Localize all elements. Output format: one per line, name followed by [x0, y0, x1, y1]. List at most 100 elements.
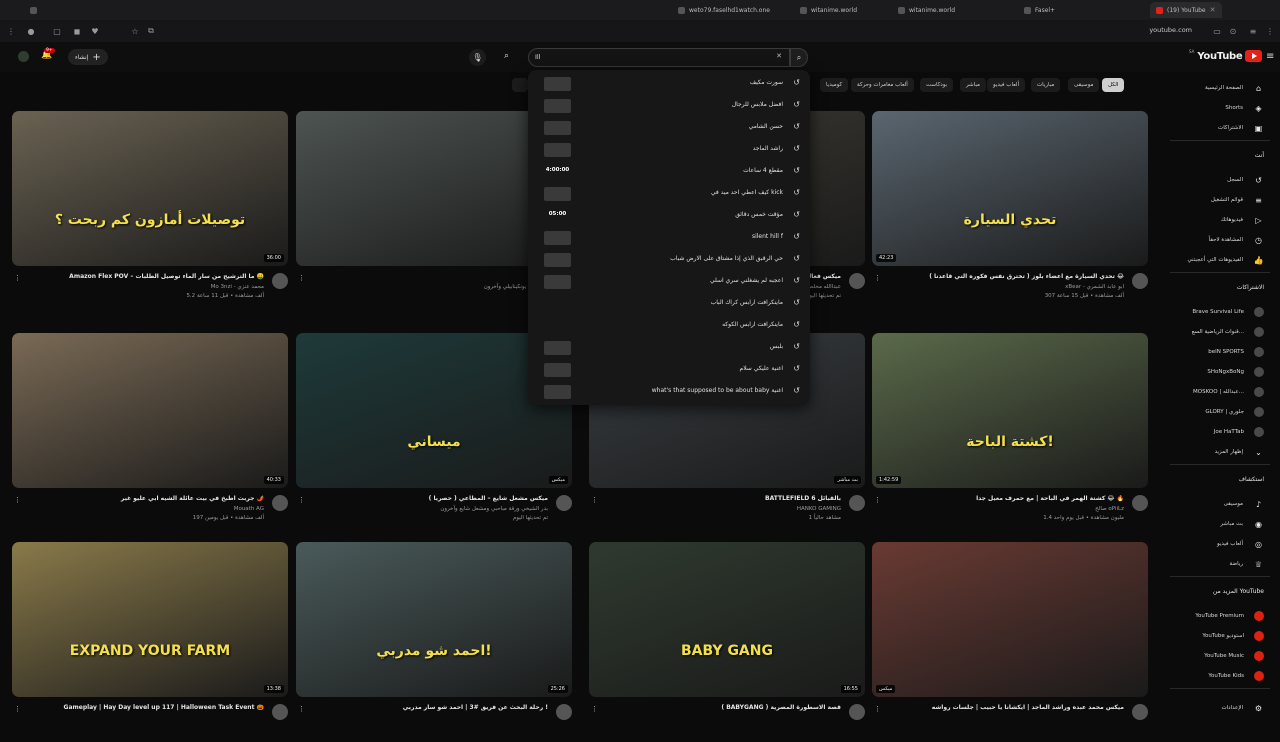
- video-title[interactable]: BATTLEFIELD 6 بالقبائل: [601, 495, 841, 502]
- more-options-icon[interactable]: ⋮: [874, 496, 881, 504]
- screen-share-icon[interactable]: ▭: [1212, 26, 1222, 36]
- video-title[interactable]: Amazon Flex POV – ما الترشيح من سار ألما…: [24, 273, 264, 280]
- video-card[interactable]: توصيلات أمازون كم ربحت ؟ 36:00 Amazon Flex…: [12, 111, 288, 311]
- sidebar-section-header[interactable]: الاشتراكات: [1237, 284, 1264, 291]
- channel-avatar[interactable]: [272, 495, 288, 511]
- sidebar-item[interactable]: الفيديوهات التي أعجبتني 👍: [1187, 252, 1264, 268]
- search-suggestion[interactable]: ↺ silent hill f: [528, 227, 810, 249]
- sidebar-item[interactable]: فيديوهاتك ▷: [1221, 212, 1264, 228]
- video-title[interactable]: رحلة البحث عن فريق #3 | احمد شو سار مدرب…: [308, 704, 548, 711]
- menu-icon[interactable]: ≡: [1248, 26, 1258, 36]
- filter-chip[interactable]: ألعاب فيديو: [987, 78, 1026, 92]
- sidebar-item[interactable]: Joe HaTTab: [1214, 424, 1264, 440]
- voice-search-mic-icon[interactable]: 🎙: [469, 49, 486, 66]
- search-suggestion[interactable]: ↺ بلبس: [528, 337, 810, 359]
- video-card[interactable]: كشتة الباحة! 1:42:59 كشتة الهمر في الباحة …: [872, 333, 1148, 533]
- sidebar-item[interactable]: Shorts ◈: [1225, 100, 1264, 116]
- more-options-icon[interactable]: ⋮: [298, 705, 305, 713]
- video-thumbnail[interactable]: 40:33: [12, 333, 288, 488]
- browser-tab[interactable]: weto79.faselhd1watch.one: [678, 2, 770, 18]
- video-title[interactable]: ( BABYGANG ) قصة الاسطورة المصرية: [601, 704, 841, 711]
- sidebar-item[interactable]: إظهار المزيد ⌄: [1215, 444, 1264, 460]
- browser-tab[interactable]: (19) YouTube ✕: [1150, 2, 1222, 18]
- sidebar-item[interactable]: قنوات الرياضية السع...: [1192, 324, 1264, 340]
- more-options-icon[interactable]: ⋮: [298, 496, 305, 504]
- search-suggestion[interactable]: ↺ مؤقت خمس دقائق 05:00: [528, 205, 810, 227]
- search-suggestion[interactable]: ↺ اغنية عليكي سلام: [528, 359, 810, 381]
- video-thumbnail[interactable]: احمد شو مدربي! 25:26: [296, 542, 572, 697]
- profile-icon[interactable]: ●: [26, 26, 36, 36]
- clear-search-icon[interactable]: ✕: [776, 52, 782, 60]
- video-title[interactable]: ميكس مشعل شايع – المطاعي ( حصرياً ): [308, 495, 548, 502]
- youtube-logo[interactable]: SA YouTube: [1189, 49, 1263, 62]
- filter-chip[interactable]: كوميديا: [820, 78, 849, 92]
- video-card[interactable]: BABY GANG 16:55 ( BABYGANG ) قصة الاسطورة …: [589, 542, 865, 742]
- channel-name[interactable]: xBear - ابو عابد الشمري: [1065, 284, 1124, 290]
- video-thumbnail[interactable]: ميكس: [872, 542, 1148, 697]
- close-tab-icon[interactable]: ✕: [1210, 6, 1216, 14]
- sidebar-item[interactable]: قوائم التشغيل ≡: [1211, 192, 1264, 208]
- video-title[interactable]: جربت اطبخ في بيت عائلة الشيه ابي عليو غي…: [24, 495, 264, 502]
- sidebar-item[interactable]: ألعاب فيديو ◎: [1217, 536, 1264, 552]
- filter-chip[interactable]: بودكاست: [920, 78, 954, 92]
- back-icon[interactable]: ⋮: [6, 26, 16, 36]
- search-suggestion[interactable]: ↺ مقطع 4 ساعات 4:00:00: [528, 161, 810, 183]
- more-options-icon[interactable]: ⋮: [14, 496, 21, 504]
- sidebar-item[interactable]: بث مباشر ◉: [1220, 516, 1264, 532]
- video-thumbnail[interactable]: BABY GANG 16:55: [589, 542, 865, 697]
- search-suggestion[interactable]: ↺ ماينكرافت ارابس كراك الباب: [528, 293, 810, 315]
- channel-avatar[interactable]: [849, 495, 865, 511]
- search-suggestion[interactable]: ↺ سورت مكيف: [528, 73, 810, 95]
- search-suggestion[interactable]: ↺ راشد الماجد: [528, 139, 810, 161]
- sidebar-item[interactable]: GLORY | جلوري: [1205, 404, 1264, 420]
- channel-avatar[interactable]: [1132, 273, 1148, 289]
- filter-chip[interactable]: ألعاب مغامرات وحركة: [851, 78, 914, 92]
- browser-tab[interactable]: witanime.world: [898, 2, 955, 18]
- search-suggestion[interactable]: ↺ حي الرقبق الذي إذا مشتاق على الارض شباب: [528, 249, 810, 271]
- channel-avatar[interactable]: [556, 495, 572, 511]
- filter-chip[interactable]: مباريات: [1031, 78, 1061, 92]
- video-title[interactable]: ميكس محمد عبده وراشد الماجد | ايكشانا يا…: [884, 704, 1124, 711]
- sidebar-item[interactable]: رياضة ♕: [1230, 556, 1264, 572]
- more-icon[interactable]: ⋮: [1265, 26, 1275, 36]
- more-options-icon[interactable]: ⋮: [591, 496, 598, 504]
- sidebar-item[interactable]: الإعدادات ⚙: [1221, 700, 1264, 716]
- avatar[interactable]: [18, 51, 29, 62]
- video-thumbnail[interactable]: توصيلات أمازون كم ربحت ؟ 36:00: [12, 111, 288, 266]
- more-options-icon[interactable]: ⋮: [14, 274, 21, 282]
- sidebar-item[interactable]: موسيقى ♪: [1224, 496, 1264, 512]
- tab-icon[interactable]: ⧉: [146, 26, 156, 36]
- search-suggestion[interactable]: ↺ ماينكرافت ارابس الكوكه: [528, 315, 810, 337]
- video-title[interactable]: تحدي السيارة مع اعضاء بلوز ( تخترق نفس ف…: [884, 273, 1124, 280]
- filter-chip[interactable]: الكل: [1102, 78, 1125, 92]
- channel-name[interactable]: Mo 3nzi - محمد عنزي: [211, 284, 264, 290]
- sidebar-item[interactable]: الصفحة الرئيسية ⌂: [1205, 80, 1264, 96]
- video-title[interactable]: Gameplay | Hay Day level up 117 | Hallow…: [24, 704, 264, 711]
- channel-name[interactable]: HANKO GAMING: [797, 506, 841, 512]
- sidebar-item[interactable]: YouTube Premium: [1195, 608, 1264, 624]
- sidebar-item[interactable]: YouTube استوديو: [1202, 628, 1264, 644]
- address-bar[interactable]: youtube.com: [1149, 26, 1192, 34]
- channel-name[interactable]: بدر الشيخي ورقة مباحبي ومشعل شايع وآخرون: [440, 506, 548, 512]
- sidebar-item[interactable]: YouTube Music: [1204, 648, 1264, 664]
- video-thumbnail[interactable]: تحدي السيارة 42:23: [872, 111, 1148, 266]
- channel-avatar[interactable]: [1132, 704, 1148, 720]
- sidebar-item[interactable]: Brave Survival Life: [1192, 304, 1264, 320]
- video-thumbnail[interactable]: كشتة الباحة! 1:42:59: [872, 333, 1148, 488]
- channel-avatar[interactable]: [1132, 495, 1148, 511]
- sidebar-item[interactable]: الاشتراكات ▣: [1218, 120, 1264, 136]
- video-card[interactable]: EXPAND YOUR FARM 13:38 Gameplay | Hay Day …: [12, 542, 288, 742]
- bookmark-star-icon[interactable]: ☆: [130, 26, 140, 36]
- search-suggestion[interactable]: ↺ افضل ملابس للرجال: [528, 95, 810, 117]
- search-suggestion[interactable]: ↺ كيف اعطي احد ميد في kick: [528, 183, 810, 205]
- sidebar-item[interactable]: MOSKOO | عبدالله...: [1193, 384, 1264, 400]
- browser-tab[interactable]: Fasel+: [1024, 2, 1055, 18]
- search-icon[interactable]: ⌕: [504, 51, 509, 61]
- sidebar-section-header[interactable]: استكشاف: [1239, 476, 1264, 483]
- filter-chip[interactable]: موسيقى: [1068, 78, 1100, 92]
- more-options-icon[interactable]: ⋮: [874, 274, 881, 282]
- video-title[interactable]: كشتة الهمر في الباحة | مع حمرف معيل جداً…: [884, 495, 1124, 502]
- sidebar-item[interactable]: المشاهدة لاحقاً ◷: [1209, 232, 1264, 248]
- browser-tab[interactable]: [30, 2, 41, 18]
- channel-name[interactable]: صالح oPiiLz: [1095, 506, 1124, 512]
